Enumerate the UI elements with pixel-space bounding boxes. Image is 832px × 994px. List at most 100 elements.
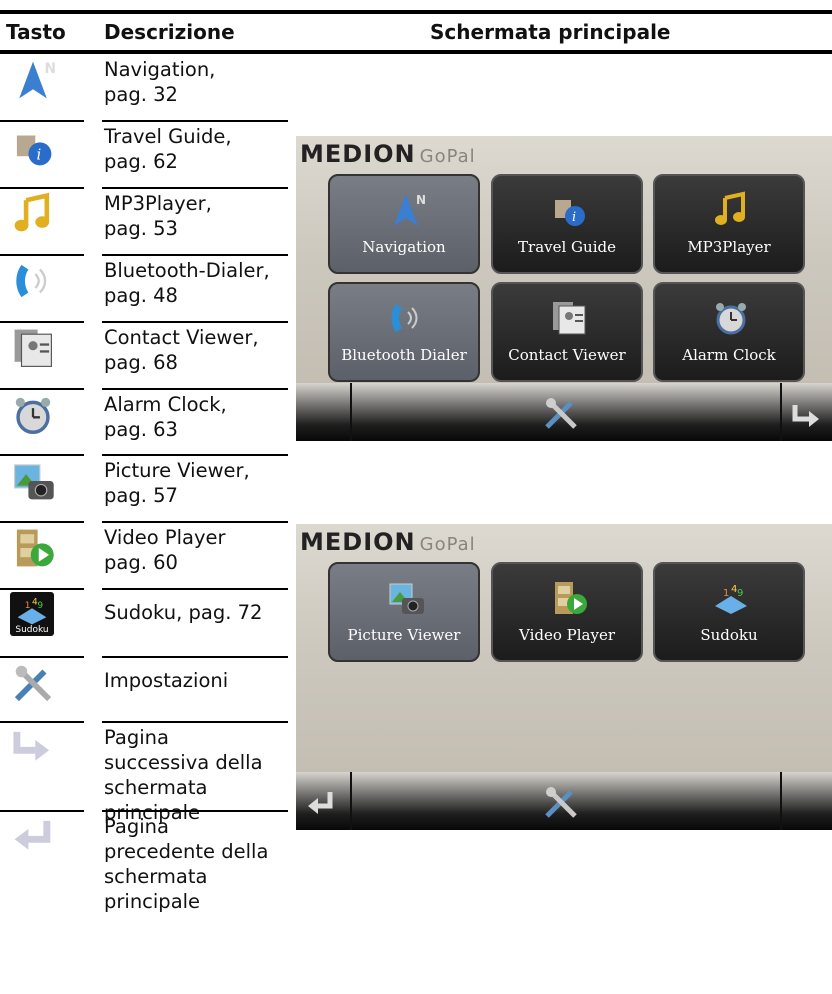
row-description: Impostazioni bbox=[104, 668, 284, 693]
tile-travel-guide[interactable]: i Travel Guide bbox=[491, 174, 643, 274]
previous-page-arrow-icon[interactable] bbox=[304, 790, 336, 820]
sudoku-icon: 149 bbox=[711, 578, 751, 618]
navigation-arrow-icon: N bbox=[386, 190, 426, 230]
settings-tools-icon bbox=[8, 658, 84, 704]
row-separator bbox=[102, 321, 288, 323]
description-line: Video Player bbox=[104, 526, 226, 549]
row-separator bbox=[0, 810, 84, 812]
description-line: Contact Viewer, bbox=[104, 326, 259, 349]
tile-sudoku[interactable]: 1 4 9 Sudoku bbox=[653, 562, 805, 662]
row-description: Pagina precedente della schermata principal… bbox=[104, 814, 284, 914]
tile-bluetooth-dialer[interactable]: Bluetooth Dialer bbox=[328, 282, 480, 382]
video-film-icon bbox=[549, 578, 589, 618]
description-line: Picture Viewer, bbox=[104, 459, 250, 482]
header-rule bbox=[0, 50, 832, 54]
row-separator bbox=[0, 321, 84, 323]
tile-alarm-clock[interactable]: Alarm Clock bbox=[653, 282, 805, 382]
contact-cards-icon bbox=[549, 298, 589, 338]
row-separator bbox=[102, 521, 288, 523]
bottom-bar bbox=[296, 383, 832, 441]
description-line: principale bbox=[104, 890, 201, 913]
tile-label: Contact Viewer bbox=[508, 346, 626, 364]
travel-guide-icon: i bbox=[8, 122, 84, 168]
main-screen-page-1: MEDION GoPal N Navigation i Travel Guide MP3P… bbox=[296, 136, 832, 441]
tile-navigation[interactable]: N Navigation bbox=[328, 174, 480, 274]
description-line: pag. 57 bbox=[104, 484, 178, 507]
top-rule bbox=[0, 10, 832, 14]
bottom-bar bbox=[296, 772, 832, 830]
row-separator bbox=[0, 254, 84, 256]
music-note-icon bbox=[8, 189, 84, 235]
svg-text:i: i bbox=[36, 146, 41, 164]
settings-tools-icon[interactable] bbox=[541, 782, 581, 822]
svg-text:1: 1 bbox=[723, 588, 729, 599]
description-line: pag. 63 bbox=[104, 418, 178, 441]
navigation-arrow-icon: N bbox=[8, 55, 84, 101]
tile-label: Alarm Clock bbox=[682, 346, 776, 364]
svg-text:9: 9 bbox=[737, 588, 743, 599]
row-separator bbox=[102, 187, 288, 189]
description-line: Pagina bbox=[104, 815, 169, 838]
row-description: Sudoku, pag. 72 bbox=[104, 600, 284, 625]
picture-camera-icon bbox=[386, 578, 426, 618]
phone-bluetooth-icon bbox=[386, 298, 426, 338]
row-separator bbox=[102, 254, 288, 256]
brand-logo: MEDION GoPal bbox=[300, 528, 476, 556]
row-description: MP3Player, pag. 53 bbox=[104, 191, 284, 241]
description-line: precedente della bbox=[104, 840, 269, 863]
svg-text:9: 9 bbox=[37, 601, 43, 611]
settings-tools-icon[interactable] bbox=[541, 393, 581, 433]
row-description: Navigation, pag. 32 bbox=[104, 57, 284, 107]
description-line: pag. 32 bbox=[104, 83, 178, 106]
tile-picture-viewer[interactable]: Picture Viewer bbox=[328, 562, 480, 662]
row-separator bbox=[102, 388, 288, 390]
description-line: Navigation, bbox=[104, 58, 216, 81]
description-line: Pagina bbox=[104, 726, 169, 749]
row-separator bbox=[102, 810, 288, 812]
svg-text:N: N bbox=[45, 61, 56, 77]
tile-mp3player[interactable]: MP3Player bbox=[653, 174, 805, 274]
row-description: Travel Guide, pag. 62 bbox=[104, 124, 284, 174]
svg-text:1: 1 bbox=[25, 601, 31, 611]
row-separator bbox=[0, 187, 84, 189]
description-line: MP3Player, bbox=[104, 192, 212, 215]
next-page-arrow-icon[interactable] bbox=[791, 403, 823, 431]
travel-guide-icon: i bbox=[549, 190, 589, 230]
row-separator bbox=[102, 588, 288, 590]
phone-bluetooth-icon bbox=[8, 256, 84, 302]
description-line: pag. 48 bbox=[104, 284, 178, 307]
row-separator bbox=[0, 388, 84, 390]
music-note-icon bbox=[711, 190, 751, 230]
row-separator bbox=[102, 721, 288, 723]
description-line: pag. 68 bbox=[104, 351, 178, 374]
header-descrizione: Descrizione bbox=[104, 20, 235, 44]
tile-contact-viewer[interactable]: Contact Viewer bbox=[491, 282, 643, 382]
row-description: Bluetooth-Dialer, pag. 48 bbox=[104, 258, 284, 308]
description-line: schermata bbox=[104, 776, 208, 799]
svg-text:i: i bbox=[572, 210, 576, 225]
description-line: Alarm Clock, bbox=[104, 393, 227, 416]
tile-label: MP3Player bbox=[687, 238, 771, 256]
row-separator bbox=[0, 588, 84, 590]
header-schermata: Schermata principale bbox=[430, 20, 671, 44]
tile-label: Picture Viewer bbox=[347, 626, 461, 644]
row-separator bbox=[0, 120, 84, 122]
main-screen-page-2: MEDION GoPal Picture Viewer Video Player 1 4… bbox=[296, 524, 832, 830]
row-description: Picture Viewer, pag. 57 bbox=[104, 458, 284, 508]
tile-label: Navigation bbox=[362, 238, 446, 256]
row-description: Contact Viewer, pag. 68 bbox=[104, 325, 284, 375]
description-line: pag. 60 bbox=[104, 551, 178, 574]
row-separator bbox=[102, 656, 288, 658]
picture-camera-icon bbox=[8, 456, 84, 502]
row-separator bbox=[102, 454, 288, 456]
brand-logo: MEDION GoPal bbox=[300, 140, 476, 168]
description-line: pag. 53 bbox=[104, 217, 178, 240]
row-separator bbox=[0, 721, 84, 723]
tile-label: Travel Guide bbox=[518, 238, 616, 256]
row-separator bbox=[0, 656, 84, 658]
tile-video-player[interactable]: Video Player bbox=[491, 562, 643, 662]
row-description: Alarm Clock, pag. 63 bbox=[104, 392, 284, 442]
sudoku-icon: 1 4 9 Sudoku bbox=[8, 590, 84, 636]
description-line: Impostazioni bbox=[104, 669, 229, 692]
description-line: schermata bbox=[104, 865, 208, 888]
